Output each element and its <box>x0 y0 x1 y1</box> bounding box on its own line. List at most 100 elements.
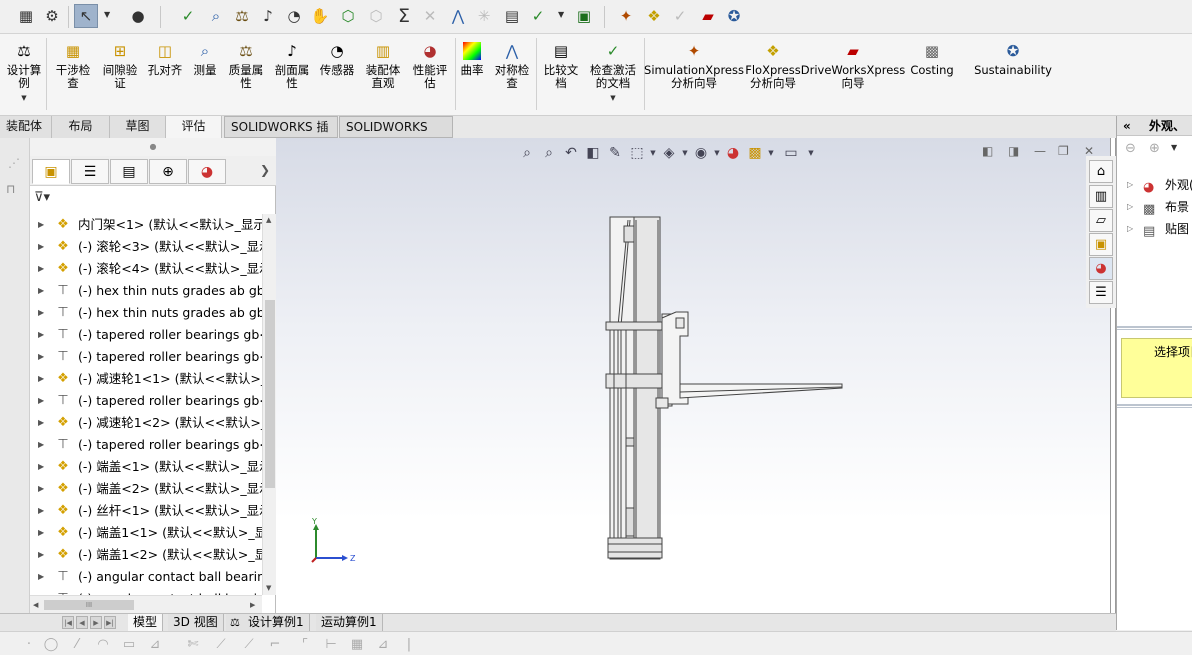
expand-arrow-icon[interactable]: ▶ <box>38 588 44 595</box>
tree-row[interactable]: ▶ ❖ (-) 端盖<1> (默认<<默认>_显示状 <box>30 456 262 478</box>
scroll-right-icon[interactable]: ▶ <box>250 601 255 609</box>
driveworks-quick-icon[interactable]: ▰ <box>696 4 720 28</box>
design-library-icon[interactable]: ▥ <box>1089 185 1113 208</box>
section-properties-button[interactable]: ♪ 剖面属 性 <box>270 40 314 90</box>
prev-tab-icon[interactable]: ◀ <box>76 616 88 629</box>
design-study-button[interactable]: ⚖ 设计算 例 ▼ <box>5 40 43 105</box>
interference-button[interactable]: ▦ 干涉检 查 <box>53 40 93 90</box>
flow-quick-icon[interactable]: ❖ <box>642 4 666 28</box>
tile-right-icon[interactable]: ◨ <box>1008 144 1019 158</box>
tree-row[interactable]: ▶ ❖ (-) 减速轮1<1> (默认<<默认>_显 <box>30 368 262 390</box>
compare-quick-icon[interactable]: ▤ <box>500 4 524 28</box>
check-active-button[interactable]: ✓ 检查激活 的文档 ▼ <box>586 40 640 105</box>
expand-arrow-icon[interactable]: ▶ <box>38 236 44 258</box>
zoom-to-area-icon[interactable]: ⌕ <box>538 142 560 164</box>
restore-icon[interactable]: ❐ <box>1058 144 1069 158</box>
excel-export-icon[interactable]: ▣ <box>572 4 596 28</box>
tab-solidworks-addins[interactable]: SOLIDWORKS 插件 <box>224 116 338 155</box>
tree-row[interactable]: ▶ ⊤ (-) tapered roller bearings gb< <box>30 324 262 346</box>
hide-show-dropdown-icon[interactable]: ▼ <box>712 142 722 164</box>
design-study-dropdown-icon[interactable]: ▼ <box>21 92 26 105</box>
options-icon[interactable]: ⚙ <box>40 4 64 28</box>
select-dropdown-icon[interactable]: ▼ <box>104 10 110 19</box>
sum-icon[interactable]: Σ <box>392 4 416 28</box>
scroll-down-icon[interactable]: ▼ <box>266 584 271 592</box>
scenes-tree-item[interactable]: ▷ ▩ 布景 <box>1117 196 1192 218</box>
sustainability-button[interactable]: ✪ Sustainability <box>974 40 1052 77</box>
step-icon[interactable]: ⊓ <box>6 182 15 196</box>
hscroll-thumb[interactable]: III <box>44 600 134 610</box>
assembly-visualization-button[interactable]: ▥ 装配体 直观 <box>362 40 404 90</box>
appearances-tree-item[interactable]: ▷ ◕ 外观( <box>1117 174 1192 196</box>
tab-solidworks-mbd[interactable]: SOLIDWORKS MBD <box>339 116 453 155</box>
costing-button[interactable]: ▩ Costing <box>906 40 958 77</box>
expand-arrow-icon[interactable]: ▶ <box>38 566 44 588</box>
measure-quick-icon[interactable]: ⌕ <box>204 4 228 28</box>
scroll-thumb[interactable] <box>265 300 275 488</box>
spell-check-icon[interactable]: ✓ <box>176 4 200 28</box>
tree-row[interactable]: ▶ ❖ (-) 端盖1<1> (默认<<默认>_显示 <box>30 522 262 544</box>
simulation-quick-icon[interactable]: ✦ <box>614 4 638 28</box>
expand-arrow-icon[interactable]: ▶ <box>38 324 44 346</box>
previous-view-icon[interactable]: ↶ <box>560 142 582 164</box>
grid-icon[interactable]: ▦ <box>348 636 366 652</box>
tab-evaluate[interactable]: 评估 <box>166 116 222 138</box>
tree-row[interactable]: ▶ ❖ (-) 滚轮<4> (默认<<默认>_显示状 <box>30 258 262 280</box>
tree-row[interactable]: ▶ ⊤ (-) hex thin nuts grades ab gb< <box>30 280 262 302</box>
home-icon[interactable]: ⌂ <box>1089 160 1113 183</box>
view-orientation-icon[interactable]: ⬚ <box>626 142 648 164</box>
collapse-icon[interactable]: « <box>1123 119 1131 133</box>
sensor-button[interactable]: ◔ 传感器 <box>317 40 357 77</box>
sensor-quick-icon[interactable]: ◔ <box>282 4 306 28</box>
panel-divider[interactable] <box>1117 326 1192 330</box>
view-settings-dropdown-icon[interactable]: ▼ <box>806 142 816 164</box>
file-explorer-icon[interactable]: ▱ <box>1089 209 1113 232</box>
sketch-dots-icon[interactable]: ⋰ <box>8 156 20 170</box>
driveworks-button[interactable]: ▰ DriveWorksXpress 向导 <box>801 40 905 90</box>
simulationxpress-button[interactable]: ✦ SimulationXpress 分析向导 <box>644 40 744 90</box>
minimize-icon[interactable]: — <box>1034 144 1046 158</box>
expand-arrow-icon[interactable]: ▶ <box>38 214 44 236</box>
mass-properties-button[interactable]: ⚖ 质量属 性 <box>224 40 268 90</box>
forward-icon[interactable]: ⊕ <box>1149 141 1160 156</box>
trim-icon[interactable]: ✄ <box>184 636 202 652</box>
decals-tree-item[interactable]: ▷ ▤ 贴图 <box>1117 218 1192 240</box>
expand-arrow-icon[interactable]: ▶ <box>38 346 44 368</box>
expand-arrow-icon[interactable]: ▶ <box>38 280 44 302</box>
performance-button[interactable]: ◕ 性能评 估 <box>408 40 452 90</box>
tab-layout[interactable]: 布局 <box>52 116 110 138</box>
more-icon[interactable]: | <box>400 636 418 652</box>
tab-model[interactable]: 模型 <box>128 614 164 632</box>
feature-tree-tab-icon[interactable]: ▣ <box>32 159 70 184</box>
expand-arrow-icon[interactable]: ▶ <box>38 434 44 456</box>
back-icon[interactable]: ⊖ <box>1125 141 1136 156</box>
floxpress-button[interactable]: ❖ FloXpress 分析向导 <box>744 40 802 90</box>
view-palette-icon[interactable]: ▣ <box>1089 233 1113 256</box>
tree-row[interactable]: ▶ ⊤ (-) tapered roller bearings gb< <box>30 346 262 368</box>
tree-row[interactable]: ▶ ⊤ (-) hex thin nuts grades ab gb< <box>30 302 262 324</box>
hide-show-icon[interactable]: ◉ <box>690 142 712 164</box>
tree-row[interactable]: ▶ ❖ 内门架<1> (默认<<默认>_显示状 <box>30 214 262 236</box>
dot-icon[interactable]: · <box>20 636 38 652</box>
tree-row[interactable]: ▶⊤(-) angular contact ball bearing <box>30 566 262 588</box>
circle-icon[interactable]: ◯ <box>42 636 60 652</box>
tree-horizontal-scrollbar[interactable]: ◀ III ▶ <box>30 595 262 613</box>
last-tab-icon[interactable]: ▶| <box>104 616 116 629</box>
check-active-dropdown-icon[interactable]: ▼ <box>610 92 615 105</box>
check-entity-icon[interactable]: ⬡ <box>336 4 360 28</box>
hole-alignment-button[interactable]: ◫ 孔对齐 <box>145 40 185 77</box>
symmetry-quick-icon[interactable]: ⋀ <box>446 4 470 28</box>
panel-handle[interactable]: ● <box>30 138 276 156</box>
view-settings-icon[interactable]: ▭ <box>776 142 806 164</box>
tree-row[interactable]: ▶⊤(-) angular contact ball bearing <box>30 588 262 595</box>
sustainability-quick-icon[interactable]: ✪ <box>722 4 746 28</box>
section-view-icon[interactable]: ◧ <box>582 142 604 164</box>
measure-button[interactable]: ⌕ 测量 <box>190 40 220 77</box>
expand-arrow-icon[interactable]: ▶ <box>38 544 44 566</box>
view-orientation-dropdown-icon[interactable]: ▼ <box>648 142 658 164</box>
first-tab-icon[interactable]: |◀ <box>62 616 74 629</box>
configuration-tab-icon[interactable]: ▤ <box>110 159 148 184</box>
custom-properties-icon[interactable]: ☰ <box>1089 281 1113 304</box>
panel-divider-bottom[interactable] <box>1117 404 1192 408</box>
expand-arrow-icon[interactable]: ▶ <box>38 522 44 544</box>
